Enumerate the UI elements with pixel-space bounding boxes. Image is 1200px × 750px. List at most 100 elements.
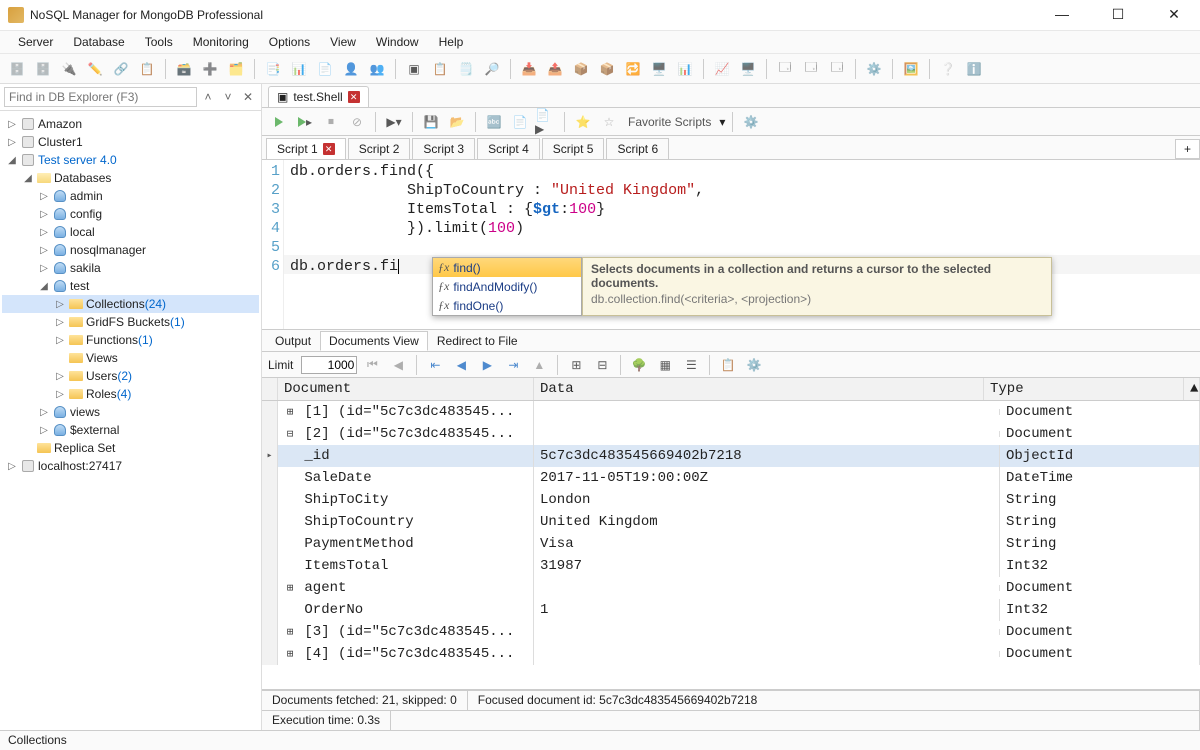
menu-help[interactable]: Help <box>429 32 474 52</box>
tb-icon[interactable]: 📊 <box>674 58 696 80</box>
output-tab-redirect[interactable]: Redirect to File <box>428 331 527 351</box>
tb-icon[interactable]: 🗔 <box>774 58 796 80</box>
tree-item[interactable]: ▷sakila <box>2 259 259 277</box>
table-row[interactable]: OrderNo1Int32 <box>262 599 1200 621</box>
tree-item[interactable]: ▷nosqlmanager <box>2 241 259 259</box>
tb-icon[interactable]: 📤 <box>544 58 566 80</box>
limit-input[interactable] <box>301 356 357 374</box>
favorite-scripts-label[interactable]: Favorite Scripts <box>624 115 715 129</box>
menu-monitoring[interactable]: Monitoring <box>183 32 259 52</box>
search-input[interactable] <box>4 87 197 107</box>
search-clear-icon[interactable]: ✕ <box>239 88 257 106</box>
col-type[interactable]: Type <box>984 378 1184 400</box>
tb-icon[interactable]: 🖼️ <box>900 58 922 80</box>
db-tree[interactable]: ▷Amazon▷Cluster1◢Test server 4.0◢Databas… <box>0 111 261 730</box>
script-tab-4[interactable]: Script 4 <box>477 138 540 159</box>
chevron-down-icon[interactable]: ▾ <box>719 115 725 129</box>
gear-icon[interactable]: ⚙️ <box>740 111 762 133</box>
tree-item[interactable]: ▷views <box>2 403 259 421</box>
tree-item[interactable]: ◢Databases <box>2 169 259 187</box>
menu-server[interactable]: Server <box>8 32 63 52</box>
tb-icon[interactable]: 🖥️ <box>648 58 670 80</box>
page-prev-icon[interactable]: ◀ <box>450 354 472 376</box>
stop-icon[interactable]: ⏹ <box>320 111 342 133</box>
script-tab-5[interactable]: Script 5 <box>542 138 605 159</box>
tb-icon[interactable]: 🖥️ <box>737 58 759 80</box>
tb-icon[interactable]: ➕ <box>199 58 221 80</box>
tree-item[interactable]: ◢test <box>2 277 259 295</box>
table-row[interactable]: ShipToCountryUnited KingdomString <box>262 511 1200 533</box>
grid-body[interactable]: ⊞ [1] (id="5c7c3dc483545...Document⊟ [2]… <box>262 401 1200 689</box>
tree-item[interactable]: ▷Functions (1) <box>2 331 259 349</box>
tb-icon[interactable]: 🔁 <box>622 58 644 80</box>
autocomplete-item[interactable]: ƒxfindOne() <box>433 296 581 315</box>
tree-item[interactable]: ▷$external <box>2 421 259 439</box>
table-row[interactable]: ⊞ [3] (id="5c7c3dc483545...Document <box>262 621 1200 643</box>
tb-icon[interactable]: 🗄️ <box>32 58 54 80</box>
help-icon[interactable]: ❔ <box>937 58 959 80</box>
script-run-icon[interactable]: 📄▶ <box>535 111 557 133</box>
autocomplete-list[interactable]: ƒxfind() ƒxfindAndModify() ƒxfindOne() <box>432 257 582 316</box>
tree-item[interactable]: ▷GridFS Buckets (1) <box>2 313 259 331</box>
tree-item[interactable]: ▷admin <box>2 187 259 205</box>
gear-icon[interactable]: ⚙️ <box>863 58 885 80</box>
table-row[interactable]: ItemsTotal31987Int32 <box>262 555 1200 577</box>
add-script-tab-button[interactable]: + <box>1175 139 1200 159</box>
tb-icon[interactable]: 📦 <box>570 58 592 80</box>
script-tab-2[interactable]: Script 2 <box>348 138 411 159</box>
tb-icon[interactable]: ✏️ <box>84 58 106 80</box>
view-text-icon[interactable]: ☰ <box>680 354 702 376</box>
nav-first-icon[interactable]: ⏮ <box>361 354 383 376</box>
tree-item[interactable]: ▷Collections (24) <box>2 295 259 313</box>
info-icon[interactable]: ℹ️ <box>963 58 985 80</box>
minimize-button[interactable]: — <box>1044 6 1080 23</box>
gear-icon[interactable]: ⚙️ <box>743 354 765 376</box>
tree-item[interactable]: ▷localhost:27417 <box>2 457 259 475</box>
tb-icon[interactable]: 📈 <box>711 58 733 80</box>
table-row[interactable]: ⊞ [4] (id="5c7c3dc483545...Document <box>262 643 1200 665</box>
page-first-icon[interactable]: ⇤ <box>424 354 446 376</box>
tb-icon[interactable]: 📄 <box>314 58 336 80</box>
tb-icon[interactable]: 📋 <box>136 58 158 80</box>
table-row[interactable]: PaymentMethodVisaString <box>262 533 1200 555</box>
maximize-button[interactable]: ☐ <box>1100 6 1136 23</box>
tb-icon[interactable]: 🗄️ <box>6 58 28 80</box>
tree-item[interactable]: Views <box>2 349 259 367</box>
tb-icon[interactable]: 🗔 <box>800 58 822 80</box>
menu-tools[interactable]: Tools <box>135 32 183 52</box>
tree-item[interactable]: ▷Amazon <box>2 115 259 133</box>
script-tab-3[interactable]: Script 3 <box>412 138 475 159</box>
cancel-icon[interactable]: ⊘ <box>346 111 368 133</box>
table-row[interactable]: ⊞ [1] (id="5c7c3dc483545...Document <box>262 401 1200 423</box>
table-row[interactable]: _id5c7c3dc483545669402b7218ObjectId <box>262 445 1200 467</box>
tb-shell-icon[interactable]: ▣ <box>403 58 425 80</box>
view-tree-icon[interactable]: 🌳 <box>628 354 650 376</box>
star-icon[interactable]: ⭐ <box>572 111 594 133</box>
table-row[interactable]: ShipToCityLondonString <box>262 489 1200 511</box>
tb-icon[interactable]: 🗂️ <box>225 58 247 80</box>
table-row[interactable]: SaleDate2017-11-05T19:00:00ZDateTime <box>262 467 1200 489</box>
menu-options[interactable]: Options <box>259 32 320 52</box>
tb-icon[interactable]: 📑 <box>262 58 284 80</box>
tb-icon[interactable]: 🔗 <box>110 58 132 80</box>
tb-icon[interactable]: 🔌 <box>58 58 80 80</box>
autocomplete-item[interactable]: ƒxfind() <box>433 258 581 277</box>
script-tab-1[interactable]: Script 1✕ <box>266 138 346 159</box>
output-tab-documents[interactable]: Documents View <box>320 331 428 351</box>
page-last-icon[interactable]: ⇥ <box>502 354 524 376</box>
tree-item[interactable]: ◢Test server 4.0 <box>2 151 259 169</box>
tb-icon[interactable]: 👥 <box>366 58 388 80</box>
col-document[interactable]: Document <box>278 378 534 400</box>
tb-icon[interactable]: 🔎 <box>481 58 503 80</box>
close-button[interactable]: ✕ <box>1156 6 1192 23</box>
table-row[interactable]: ⊞ agentDocument <box>262 577 1200 599</box>
menu-window[interactable]: Window <box>366 32 429 52</box>
search-prev-icon[interactable]: ˄ <box>199 88 217 106</box>
format-icon[interactable]: 🔤 <box>483 111 505 133</box>
tree-item[interactable]: ▷local <box>2 223 259 241</box>
run-sel-icon[interactable]: ▸ <box>294 111 316 133</box>
tree-item[interactable]: ▷Roles (4) <box>2 385 259 403</box>
run-dropdown-icon[interactable]: ▶▾ <box>383 111 405 133</box>
nav-prev-icon[interactable]: ◀ <box>387 354 409 376</box>
table-row[interactable]: ⊟ [2] (id="5c7c3dc483545...Document <box>262 423 1200 445</box>
